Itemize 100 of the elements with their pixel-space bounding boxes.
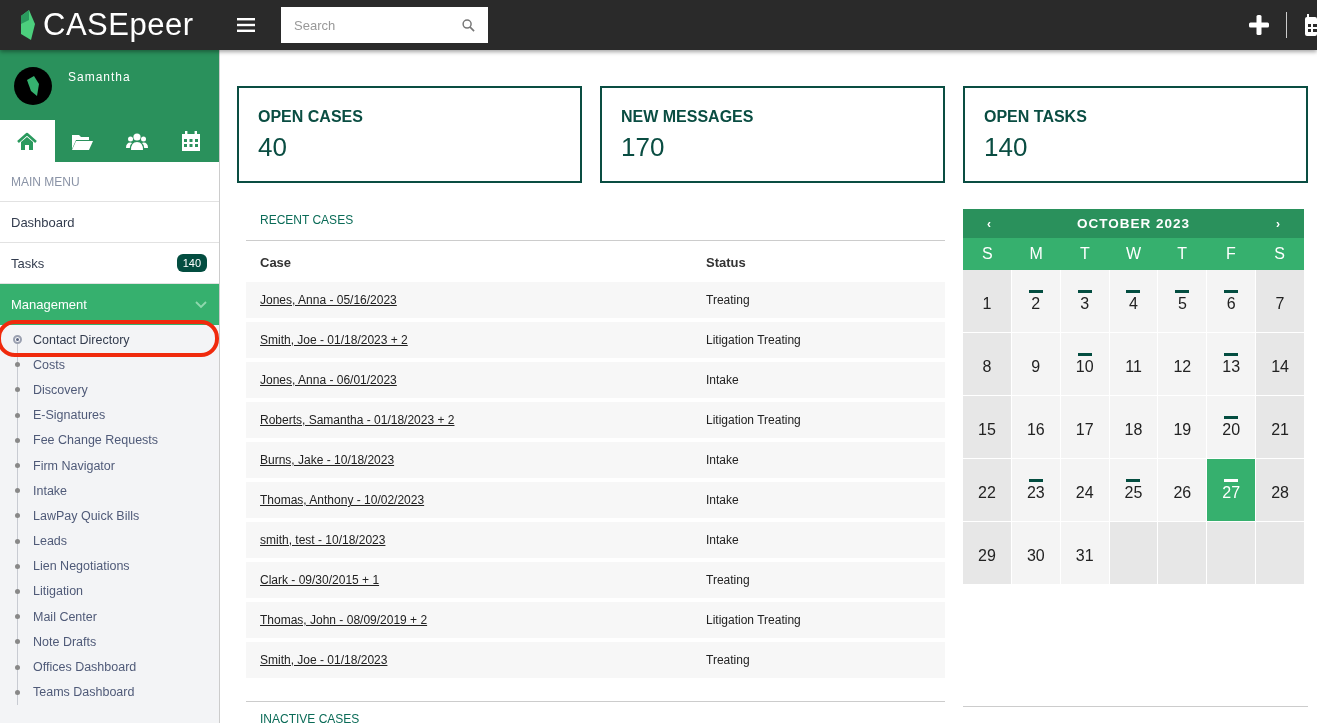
status-text: Litigation Treating: [706, 333, 801, 347]
calendar-day[interactable]: 18: [1109, 396, 1158, 458]
count-badge: 140: [176, 254, 207, 272]
calendar-day[interactable]: 23: [1011, 459, 1060, 521]
calendar-day[interactable]: 24: [1060, 459, 1109, 521]
calendar-day[interactable]: 11: [1109, 333, 1158, 395]
calendar-day[interactable]: 10: [1060, 333, 1109, 395]
avatar-icon[interactable]: [14, 67, 52, 105]
column-header: Status: [705, 254, 747, 272]
calendar-day[interactable]: 25: [1109, 459, 1158, 521]
stat-label: NEW MESSAGES: [621, 108, 755, 126]
status-text: Treating: [706, 573, 750, 587]
case-link[interactable]: Thomas, John - 08/09/2019 + 2: [260, 613, 428, 627]
search-field[interactable]: Search: [281, 7, 488, 43]
submenu-item[interactable]: Litigation: [33, 584, 84, 599]
status-text: Intake: [706, 373, 739, 387]
search-icon: [462, 19, 475, 32]
calendar-day[interactable]: 5: [1158, 270, 1207, 332]
calendar-day[interactable]: 21: [1256, 396, 1304, 458]
home-icon: [16, 131, 39, 151]
calendar-day[interactable]: 4: [1109, 270, 1158, 332]
section-title: INACTIVE CASES: [246, 701, 945, 723]
calendar-day[interactable]: 30: [1011, 522, 1060, 584]
case-link[interactable]: Smith, Joe - 01/18/2023: [260, 653, 388, 667]
submenu-item[interactable]: Note Drafts: [33, 634, 97, 649]
case-link[interactable]: Smith, Joe - 01/18/2023 + 2: [260, 333, 408, 347]
stat-value: 140: [984, 132, 1029, 163]
submenu-item[interactable]: Fee Change Requests: [33, 433, 159, 448]
calendar-icon: [180, 131, 203, 151]
weekday-label: W: [1124, 245, 1143, 263]
weekday-label: T: [1078, 245, 1091, 263]
calendar-day[interactable]: 28: [1256, 459, 1304, 521]
stat-label: OPEN CASES: [258, 108, 364, 126]
column-header: Case: [259, 254, 293, 272]
submenu-item[interactable]: LawPay Quick Bills: [33, 508, 140, 523]
weekday-label: T: [1176, 245, 1189, 263]
calendar-day[interactable]: 29: [963, 522, 1011, 584]
calendar-day[interactable]: 9: [1011, 333, 1060, 395]
status-text: Litigation Treating: [706, 413, 801, 427]
calendar-day[interactable]: 19: [1158, 396, 1207, 458]
calendar-day[interactable]: 20: [1207, 396, 1256, 458]
user-name: Samantha: [68, 70, 131, 84]
submenu-item[interactable]: Firm Navigator: [33, 458, 115, 473]
status-text: Treating: [706, 653, 750, 667]
calendar-day[interactable]: 7: [1256, 270, 1304, 332]
weekday-label: S: [1273, 245, 1286, 263]
menu-icon[interactable]: [237, 17, 255, 33]
calendar-day[interactable]: 22: [963, 459, 1011, 521]
submenu-item[interactable]: E-Signatures: [33, 408, 106, 423]
calendar-day[interactable]: 17: [1060, 396, 1109, 458]
stat-label: OPEN TASKS: [984, 108, 1088, 126]
calendar-day[interactable]: 26: [1158, 459, 1207, 521]
stat-value: 170: [621, 132, 666, 163]
calendar-day[interactable]: 1: [963, 270, 1011, 332]
status-text: Intake: [706, 453, 739, 467]
month-title: OCTOBER 2023: [1076, 216, 1190, 231]
submenu-item[interactable]: Costs: [33, 357, 65, 372]
calendar-day[interactable]: 14: [1256, 333, 1304, 395]
sidebar-tab[interactable]: [0, 120, 55, 162]
submenu-item[interactable]: Teams Dashboard: [33, 685, 135, 700]
calendar-day[interactable]: 6: [1207, 270, 1256, 332]
calendar-day[interactable]: 12: [1158, 333, 1207, 395]
submenu-item[interactable]: Lien Negotiations: [33, 559, 130, 574]
calendar-day[interactable]: 3: [1060, 270, 1109, 332]
status-text: Intake: [706, 533, 739, 547]
section-title: RECENT CASES: [246, 209, 945, 241]
submenu-item[interactable]: Leads: [33, 534, 68, 549]
case-link[interactable]: Jones, Anna - 06/01/2023: [260, 373, 397, 387]
weekday-label: F: [1225, 245, 1237, 263]
calendar-day[interactable]: 15: [963, 396, 1011, 458]
case-link[interactable]: Roberts, Samantha - 01/18/2023 + 2: [260, 413, 455, 427]
calendar-day[interactable]: 16: [1011, 396, 1060, 458]
submenu-item[interactable]: Discovery: [33, 382, 88, 397]
submenu-item[interactable]: Contact Directory: [33, 332, 130, 347]
users-icon: [125, 131, 148, 151]
calendar-icon[interactable]: [1305, 14, 1317, 36]
status-text: Treating: [706, 293, 750, 307]
menu-item[interactable]: Tasks 140: [0, 243, 219, 284]
prev-month-button[interactable]: ‹: [987, 216, 991, 231]
menu-item[interactable]: Dashboard: [0, 202, 219, 243]
chevron-down-icon: [195, 300, 207, 309]
next-month-button[interactable]: ›: [1276, 216, 1280, 231]
calendar-day[interactable]: 8: [963, 333, 1011, 395]
calendar-day[interactable]: 31: [1060, 522, 1109, 584]
submenu-item[interactable]: Intake: [33, 483, 68, 498]
weekday-label: M: [1028, 245, 1044, 263]
weekday-label: S: [981, 245, 994, 263]
case-link[interactable]: smith, test - 10/18/2023: [260, 533, 386, 547]
submenu-item[interactable]: Mail Center: [33, 609, 97, 624]
menu-heading: MAIN MENU: [0, 162, 219, 202]
calendar-day[interactable]: 2: [1011, 270, 1060, 332]
case-link[interactable]: Jones, Anna - 05/16/2023: [260, 293, 397, 307]
status-text: Litigation Treating: [706, 613, 801, 627]
calendar-day[interactable]: 13: [1207, 333, 1256, 395]
case-link[interactable]: Thomas, Anthony - 10/02/2023: [260, 493, 425, 507]
submenu-item[interactable]: Offices Dashboard: [33, 660, 137, 675]
case-link[interactable]: Burns, Jake - 10/18/2023: [260, 453, 395, 467]
add-icon[interactable]: [1248, 14, 1270, 36]
case-link[interactable]: Clark - 09/30/2015 + 1: [260, 573, 380, 587]
brand-name[interactable]: CASEpeer: [43, 7, 194, 43]
